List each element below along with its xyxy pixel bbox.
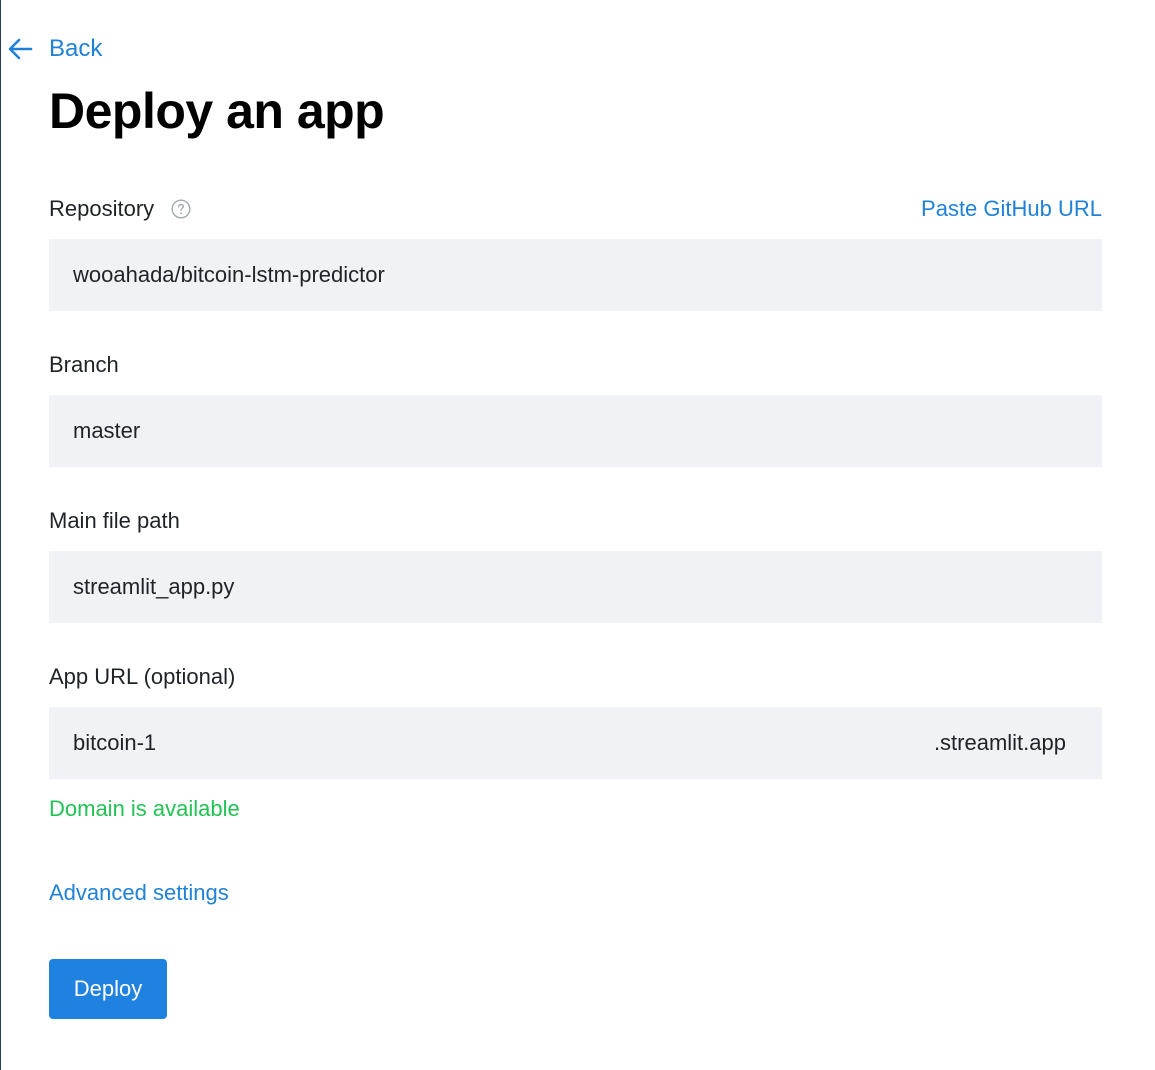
window-edge xyxy=(0,0,1,1070)
main-file-path-input-value: streamlit_app.py xyxy=(73,574,235,599)
advanced-settings-link[interactable]: Advanced settings xyxy=(49,878,229,908)
main-file-path-input[interactable]: streamlit_app.py xyxy=(49,551,1102,623)
back-label: Back xyxy=(49,35,103,62)
page-title: Deploy an app xyxy=(49,83,385,139)
back-link[interactable]: Back xyxy=(5,32,102,66)
deploy-button[interactable]: Deploy xyxy=(49,959,167,1019)
paste-github-url-link[interactable]: Paste GitHub URL xyxy=(921,194,1102,224)
branch-input[interactable]: master xyxy=(49,395,1102,467)
repository-input[interactable]: wooahada/bitcoin-lstm-predictor xyxy=(49,239,1102,311)
repository-input-value: wooahada/bitcoin-lstm-predictor xyxy=(73,262,385,287)
domain-status-message: Domain is available xyxy=(49,796,240,821)
branch-input-value: master xyxy=(73,418,141,443)
question-circle-icon[interactable] xyxy=(171,199,191,219)
branch-label: Branch xyxy=(49,352,119,377)
arrow-left-icon xyxy=(5,34,35,64)
app-url-label: App URL (optional) xyxy=(49,664,236,689)
repository-label: Repository xyxy=(49,194,191,224)
repository-label-text: Repository xyxy=(49,196,155,221)
app-url-domain-suffix: .streamlit.app xyxy=(933,730,1066,755)
app-url-input[interactable]: bitcoin-1 .streamlit.app xyxy=(49,707,1102,779)
main-file-path-label: Main file path xyxy=(49,508,180,533)
app-url-input-value: bitcoin-1 xyxy=(73,730,157,755)
